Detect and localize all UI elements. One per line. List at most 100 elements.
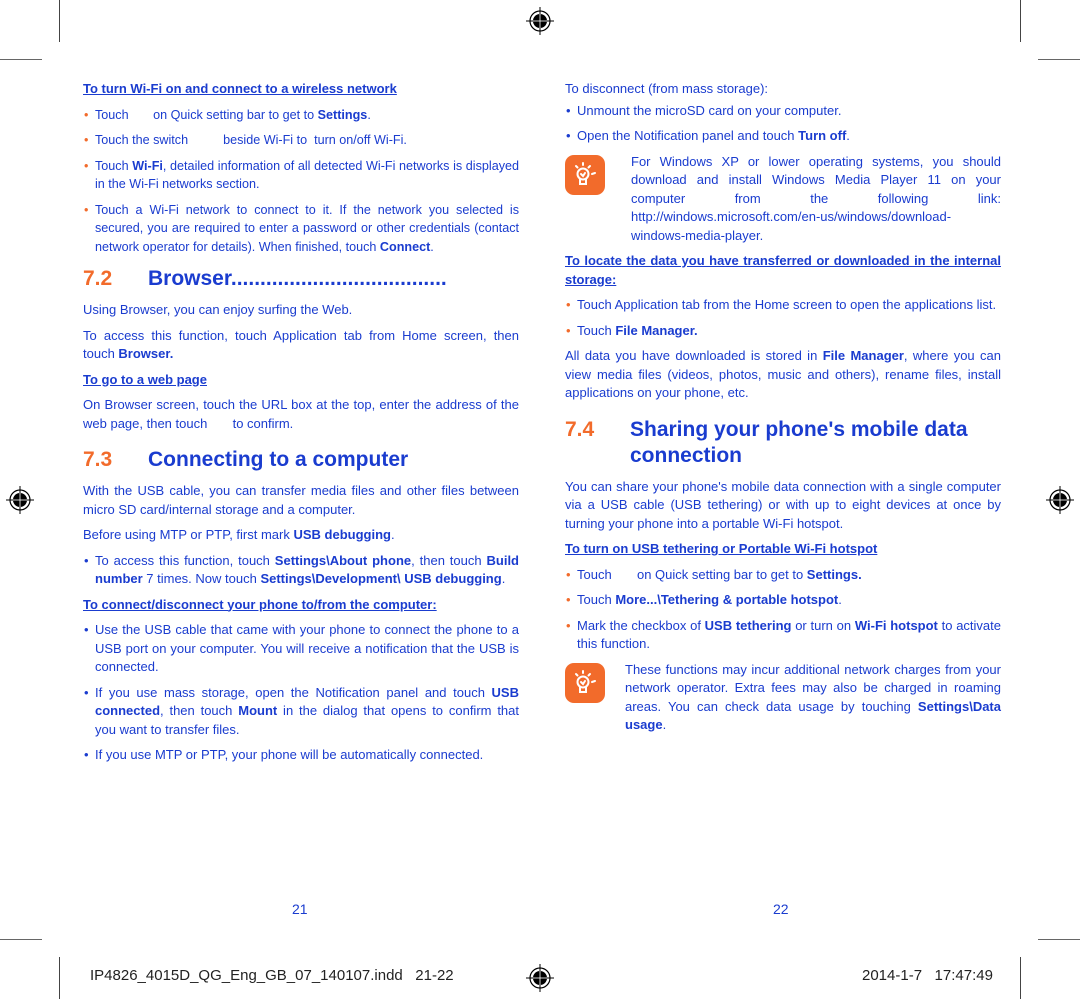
bold-term: More...\Tethering & portable hotspot [615, 592, 839, 607]
page-number-left: 21 [292, 901, 308, 917]
text-run: . [390, 527, 395, 542]
bold-term: Settings. [806, 566, 862, 582]
bold-term: Settings [317, 107, 368, 122]
computer-subheading: To connect/disconnect your phone to/from… [83, 596, 437, 612]
crop-mark [1038, 59, 1080, 60]
locate-subheading: To locate the data you have transferred … [565, 253, 1001, 287]
wifi-subheading: To turn Wi-Fi on and connect to a wirele… [83, 81, 397, 96]
text-run: To access this function, touch [95, 552, 275, 568]
list-item: Unmount the microSD card on your compute… [565, 102, 1001, 121]
text-run: Mark the checkbox of [577, 617, 705, 633]
computer-before: Before using MTP or PTP, first mark USB … [83, 526, 519, 545]
bold-term: Settings\Development\ USB debugging [260, 571, 502, 586]
list-item: Touch More...\Tethering & portable hotsp… [565, 591, 1001, 610]
section-title: Browser.................................… [148, 267, 447, 290]
text-run: Open the Notification panel and touch [577, 128, 799, 143]
list-item: Touch on Quick setting bar to get to Set… [565, 566, 1001, 585]
list-item: If you use mass storage, open the Notifi… [83, 684, 519, 740]
text-run: . [846, 128, 850, 143]
crop-mark [59, 0, 60, 42]
browser-goto: On Browser screen, touch the URL box at … [83, 397, 523, 431]
crop-mark [1020, 957, 1021, 999]
bold-term: File Manager. [615, 322, 698, 338]
tip-box: These functions may incur additional net… [565, 661, 1001, 735]
bold-term: Turn off [798, 128, 847, 143]
crop-mark [1020, 0, 1021, 42]
text-run: Touch Application tab from the Home scre… [577, 297, 997, 312]
bold-term: File Manager [822, 348, 904, 363]
slug-datetime: 2014-1-7 17:47:49 [862, 967, 993, 984]
list-item: Touch File Manager. [565, 322, 1001, 341]
registration-mark-icon [526, 964, 554, 992]
tip-text: These functions may incur additional net… [625, 661, 1001, 735]
section-heading-computer: 7.3 Connecting to a computer [83, 447, 519, 473]
lightbulb-tip-icon [565, 662, 605, 703]
registration-mark-icon [526, 7, 554, 35]
lightbulb-tip-icon [565, 154, 605, 195]
text-run: Touch [95, 158, 133, 173]
text-run: , then touch [411, 552, 487, 568]
registration-mark-icon [1046, 486, 1074, 514]
text-run: Before using MTP or PTP, first mark [83, 527, 294, 542]
tip-text: For Windows XP or lower operating system… [631, 153, 1001, 243]
section-number: 7.3 [83, 448, 113, 471]
computer-access-item: To access this function, touch Settings\… [83, 552, 519, 589]
section-heading-browser: 7.2 Browser.............................… [83, 266, 519, 292]
bold-term: Connect [379, 239, 431, 254]
disconnect-intro: To disconnect (from mass storage): [565, 81, 769, 96]
computer-intro: With the USB cable, you can transfer med… [83, 483, 519, 517]
text-run: Touch [577, 592, 616, 607]
bold-term: USB tethering [704, 617, 792, 633]
list-item: If you use MTP or PTP, your phone will b… [83, 746, 519, 765]
text-run: Touch the switch beside Wi-Fi to turn on… [95, 133, 407, 147]
text-run: Touch on Quick setting bar to get to [577, 566, 807, 582]
list-item: Open the Notification panel and touch Tu… [565, 127, 1001, 146]
bold-term: Wi-Fi [132, 158, 163, 173]
left-page: To turn Wi-Fi on and connect to a wirele… [83, 80, 519, 772]
text-run: Unmount the microSD card on your compute… [577, 102, 842, 118]
text-run: Use the USB cable that came with your ph… [95, 622, 523, 674]
list-item: Use the USB cable that came with your ph… [83, 621, 519, 677]
bold-term: Wi-Fi hotspot [854, 617, 938, 633]
text-run: . [838, 592, 842, 607]
text-run: . [430, 239, 434, 254]
sharing-intro: You can share your phone's mobile data c… [565, 478, 1001, 531]
disconnect-list: Unmount the microSD card on your compute… [565, 102, 1001, 146]
sharing-list: Touch on Quick setting bar to get to Set… [565, 566, 1001, 654]
text-run: . [501, 571, 506, 586]
text-run: 7 times. Now touch [142, 571, 261, 586]
right-page: To disconnect (from mass storage): Unmou… [565, 80, 1001, 742]
text-run: Touch a Wi-Fi network to connect to it. … [95, 202, 523, 254]
text-run: All data you have downloaded is stored i… [565, 348, 823, 363]
bold-term: Settings\About phone [274, 552, 412, 568]
section-title: Sharing your phone's mobile data connect… [630, 417, 968, 467]
list-item: Touch a Wi-Fi network to connect to it. … [83, 201, 519, 257]
text-run: . [367, 107, 371, 122]
text-run: . [662, 717, 667, 732]
locate-list: Touch Application tab from the Home scre… [565, 296, 1001, 340]
list-item: Touch on Quick setting bar to get to Set… [83, 106, 519, 125]
text-run: or turn on [791, 617, 855, 633]
section-title: Connecting to a computer [148, 448, 409, 471]
text-run: Touch on Quick setting bar to get to [95, 107, 318, 122]
page-number-right: 22 [773, 901, 789, 917]
crop-mark [0, 939, 42, 940]
wifi-list: Touch on Quick setting bar to get to Set… [83, 106, 519, 257]
computer-list: Use the USB cable that came with your ph… [83, 621, 519, 765]
slug-filename: IP4826_4015D_QG_Eng_GB_07_140107.indd 21… [90, 967, 454, 984]
browser-access: To access this function, touch Applicati… [83, 327, 519, 364]
list-item: Mark the checkbox of USB tethering or tu… [565, 617, 1001, 654]
crop-mark [1038, 939, 1080, 940]
crop-mark [0, 59, 42, 60]
list-item: Touch Wi-Fi, detailed information of all… [83, 157, 519, 194]
section-number: 7.4 [565, 417, 595, 441]
bold-term: Browser. [118, 346, 174, 361]
section-number: 7.2 [83, 267, 113, 290]
text-run: , then touch [160, 703, 239, 718]
text-run: Touch [577, 322, 616, 338]
sharing-subheading: To turn on USB tethering or Portable Wi-… [565, 541, 878, 556]
list-item: Touch the switch beside Wi-Fi to turn on… [83, 131, 519, 150]
list-item: Touch Application tab from the Home scre… [565, 296, 1001, 315]
text-run: If you use MTP or PTP, your phone will b… [95, 747, 484, 762]
crop-mark [59, 957, 60, 999]
